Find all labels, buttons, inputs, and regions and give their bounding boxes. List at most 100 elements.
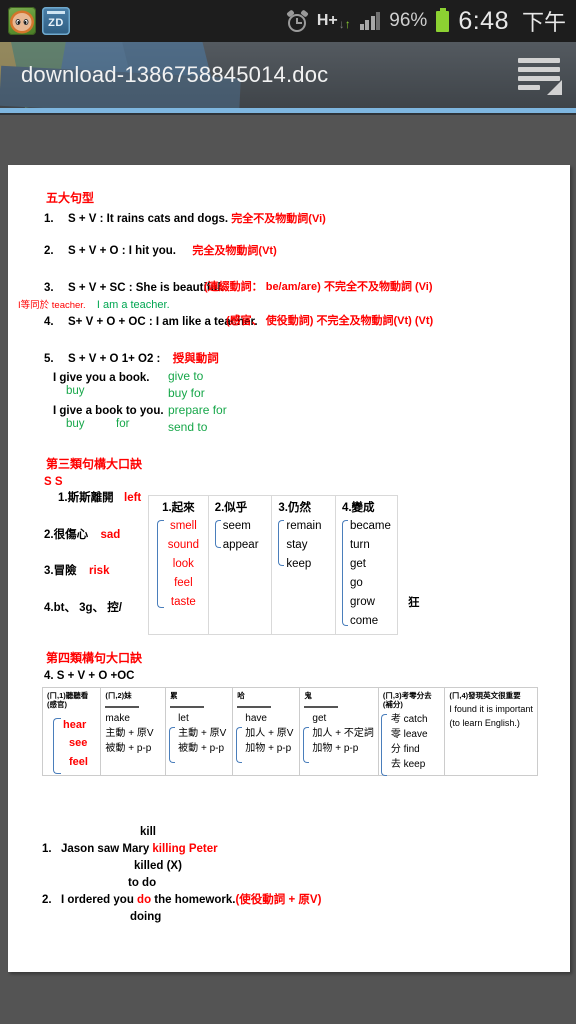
section2-mnemonic-3: 3.冒險 risk: [44, 565, 109, 578]
verb-list: smell sound look feel taste: [165, 517, 202, 612]
verb-list: became turn get go grow come: [350, 517, 391, 631]
section1-heading: 五大句型: [46, 191, 95, 205]
verb-pattern-4: send to: [168, 420, 208, 434]
item-text: S + V + O : I hit you.: [68, 245, 176, 257]
verb-pattern-2: buy for: [168, 386, 205, 400]
table-row: 1.起來 smell sound look feel taste 2.似乎 se…: [148, 495, 399, 635]
linking-verbs-table: 1.起來 smell sound look feel taste 2.似乎 se…: [148, 495, 399, 635]
verb-item: stay: [286, 538, 308, 551]
cell-header: 鬼: [304, 691, 312, 700]
cell-rule: 被動 + p-p: [178, 743, 225, 755]
section1-example-1: I give you a book.: [53, 372, 150, 384]
example-2-below: doing: [130, 911, 162, 923]
verb-item: remain: [286, 520, 322, 532]
example-2: 2. I ordered you do the homework.(使役動詞 +…: [42, 894, 321, 907]
mnemonic-text: 2.很傷心: [44, 529, 89, 541]
signal-bars-icon: [359, 12, 381, 30]
section3-subheading: 4. S + V + O +OC: [44, 670, 135, 682]
verb-item: feel: [174, 576, 193, 589]
verb-list: remain stay keep: [286, 517, 329, 574]
cell-rule: 加物 + p-p: [312, 743, 359, 755]
example-1: 1. Jason saw Mary killing Peter: [42, 843, 218, 856]
clock-label: 6:48: [458, 6, 509, 35]
menu-icon[interactable]: [516, 55, 562, 95]
cell-rule: 主動 + 原V: [105, 728, 154, 740]
verb-item: feel: [69, 756, 88, 769]
cell-sentence: I found it is important: [449, 704, 533, 715]
section1-item-2: 2. S + V + O : I hit you. 完全及物動詞(Vt): [44, 245, 277, 258]
example-number: 1.: [42, 843, 52, 855]
document-canvas[interactable]: 五大句型 1. S + V : It rains cats and dogs. …: [0, 115, 576, 1024]
cell-header: 哈: [237, 691, 245, 700]
example-text: Jason saw Mary: [61, 843, 153, 855]
section2-heading: 第三類句構大口訣: [46, 457, 143, 471]
section2-mnemonic-2: 2.很傷心 sad: [44, 529, 120, 542]
document-title: download-1386758845014.doc: [21, 62, 329, 87]
verb-item: smell: [169, 520, 197, 532]
kenny-app-icon: [8, 7, 36, 35]
verb-item: see: [69, 737, 88, 750]
table-cell-have: 哈 have 加人 + 原V 加物 + p-p: [232, 687, 301, 776]
cell-rule: 分 find: [390, 743, 420, 755]
item-note: 授與動詞: [172, 353, 219, 365]
example-text: I ordered you: [61, 894, 138, 906]
item-number: 3.: [44, 282, 54, 294]
item-number: 2.: [44, 245, 54, 257]
status-bar-indicators: H+ ↓ ↑ 96% 6:48 下午: [286, 5, 576, 37]
verb-item: come: [349, 614, 379, 627]
verb-item: grow: [349, 595, 375, 608]
cell-header: (ㄇ,4)發現英文很重要: [449, 691, 521, 700]
mnemonic-word: left: [124, 492, 142, 504]
section2-mnemonic-4: 4.bt、 3g、 控/: [44, 602, 122, 614]
verb-item: seem: [222, 520, 251, 532]
alarm-icon: [286, 8, 309, 32]
item-text: S + V + O 1+ O2 :: [68, 353, 161, 365]
item-text: S + V : It rains cats and dogs.: [68, 213, 229, 225]
item-note: 完全不及物動詞(Vi): [231, 213, 326, 225]
verb-pattern-3: prepare for: [168, 403, 227, 417]
cell-verb: get: [312, 713, 327, 725]
table-cell-sense-verbs: (ㄇ,1)聽聽看(感官) hear see feel: [41, 687, 102, 776]
section2-ss-label: S S: [44, 476, 63, 488]
annotation-green: I am a teacher.: [96, 299, 170, 311]
cell-verb: let: [178, 713, 189, 725]
verb-item: turn: [349, 538, 370, 551]
column-header: 1.起來: [162, 502, 195, 514]
verb-item: keep: [286, 557, 312, 570]
network-type-icon: H+ ↓ ↑: [316, 12, 351, 31]
cell-sentence-2: (to learn English.): [449, 717, 520, 728]
cell-header: (ㄇ,3)考零分去(補分): [382, 691, 432, 710]
section2-mnemonic-1: 1.斯斯離開 left: [58, 492, 141, 505]
section3-heading: 第四類構句大口訣: [46, 651, 143, 665]
verb-pattern-1: give to: [168, 369, 204, 383]
document-content: 五大句型 1. S + V : It rains cats and dogs. …: [8, 165, 570, 923]
verb-item: taste: [170, 595, 196, 608]
verb-item: sound: [167, 538, 200, 551]
verb-item: go: [349, 576, 363, 589]
table-cell-let: 累 let 主動 + 原V 被動 + p-p: [165, 687, 234, 776]
section1-item-5: 5. S + V + O 1+ O2 : 授與動詞: [44, 353, 219, 366]
verb-item: look: [172, 557, 194, 570]
section1-example-2-sub: buy: [66, 418, 85, 430]
verb-list: hear see feel: [63, 716, 96, 772]
verb-item: became: [349, 520, 391, 532]
cell-verb: make: [105, 713, 130, 725]
cell-header: 累: [170, 691, 178, 700]
item-text: S + V + SC : She is beautiful.: [68, 282, 224, 294]
column-header: 3.仍然: [278, 502, 311, 514]
verb-item: appear: [222, 538, 259, 551]
item-number: 1.: [44, 213, 54, 225]
mnemonic-word: risk: [89, 565, 110, 577]
verb-list: seem appear: [223, 517, 266, 555]
status-bar-notifications: ZD: [0, 7, 70, 35]
document-page: 五大句型 1. S + V : It rains cats and dogs. …: [8, 165, 570, 972]
zd-app-icon: ZD: [42, 7, 70, 35]
item-note: (連綴動詞： be/am/are): [204, 281, 321, 293]
table-cell-catch-group: (ㄇ,3)考零分去(補分) 考 catch 零 leave 分 find 去 k…: [377, 687, 446, 776]
section1-example-2-sub2: for: [116, 418, 130, 430]
column-header: 4.變成: [341, 502, 375, 514]
item-note-2: 不完全及物動詞(Vt) (Vt): [316, 315, 434, 327]
verb-item: hear: [63, 718, 87, 731]
example-highlight: do: [137, 894, 152, 906]
section1-example-1-sub: buy: [66, 385, 85, 397]
